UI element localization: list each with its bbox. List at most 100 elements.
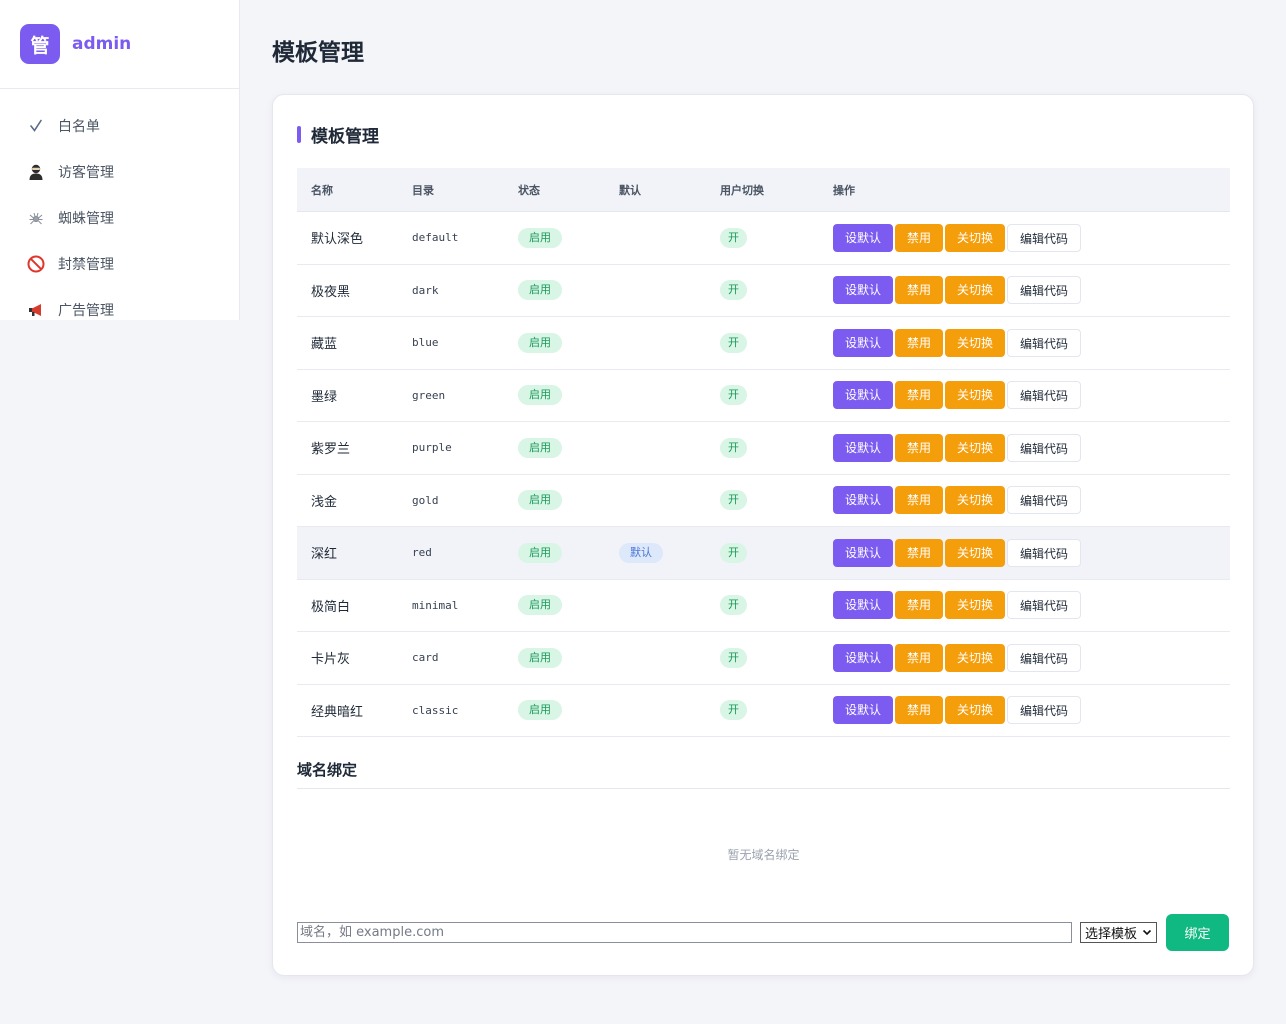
edit-code-button[interactable]: 编辑代码 [1007,223,1082,252]
disable-button[interactable]: 禁用 [895,433,944,462]
edit-code-button[interactable]: 编辑代码 [1007,486,1082,515]
default-badge: 默认 [619,542,663,563]
template-dir: gold [412,493,439,507]
status-badge: 启用 [518,385,562,406]
card-title-text: 模板管理 [311,126,379,147]
template-name: 藏蓝 [311,337,338,353]
template-select-value: 选择模板 [1085,927,1138,942]
sidebar-item-label: 白名单 [58,119,100,135]
set-default-button[interactable]: 设默认 [833,538,894,567]
brand: 管 admin [0,0,239,89]
domain-input[interactable] [297,922,1072,943]
edit-code-button[interactable]: 编辑代码 [1007,696,1082,725]
edit-code-button[interactable]: 编辑代码 [1007,276,1082,305]
set-default-button[interactable]: 设默认 [833,591,894,620]
sidebar-item-ads[interactable]: 广告管理 [0,287,239,333]
switch-badge: 开 [720,595,747,616]
spider-icon [26,208,46,228]
switch-badge: 开 [720,332,747,353]
table-row: 默认深色 default 启用 开 设默认 禁用 关切换 编辑代码 [297,212,1230,265]
disable-button[interactable]: 禁用 [895,328,944,357]
sidebar-item-label: 蜘蛛管理 [58,211,114,227]
status-badge: 启用 [518,595,562,616]
empty-state-text: 暂无域名绑定 [727,848,800,862]
edit-code-button[interactable]: 编辑代码 [1007,381,1082,410]
set-default-button[interactable]: 设默认 [833,433,894,462]
disable-button[interactable]: 禁用 [895,643,944,672]
set-default-button[interactable]: 设默认 [833,223,894,252]
sidebar-item-whitelist[interactable]: 白名单 [0,103,239,149]
status-badge: 启用 [518,490,562,511]
set-default-button[interactable]: 设默认 [833,328,894,357]
switch-off-button[interactable]: 关切换 [945,223,1006,252]
status-badge: 启用 [518,437,562,458]
switch-off-button[interactable]: 关切换 [945,381,1006,410]
set-default-button[interactable]: 设默认 [833,643,894,672]
column-header-default: 默认 [619,183,641,197]
template-dir: blue [412,336,439,350]
switch-off-button[interactable]: 关切换 [945,433,1006,462]
sidebar-item-bans[interactable]: 封禁管理 [0,241,239,287]
template-name: 默认深色 [311,232,364,248]
sidebar-nav: 白名单 访客管理 蜘蛛管理 封禁管理 广告管理 [0,89,239,333]
switch-off-button[interactable]: 关切换 [945,276,1006,305]
switch-off-button[interactable]: 关切换 [945,538,1006,567]
set-default-button[interactable]: 设默认 [833,276,894,305]
sidebar-item-visitors[interactable]: 访客管理 [0,149,239,195]
table-row: 墨绿 green 启用 开 设默认 禁用 关切换 编辑代码 [297,370,1230,422]
switch-off-button[interactable]: 关切换 [945,643,1006,672]
template-select[interactable]: 选择模板 [1080,922,1157,943]
template-dir: minimal [412,598,459,612]
sidebar: 管 admin 白名单 访客管理 蜘蛛管理 封禁管理 广告管理 [0,0,240,320]
table-row: 经典暗红 classic 启用 开 设默认 禁用 关切换 编辑代码 [297,685,1230,737]
column-header-dir: 目录 [412,183,434,197]
status-badge: 启用 [518,227,562,248]
set-default-button[interactable]: 设默认 [833,486,894,515]
switch-off-button[interactable]: 关切换 [945,591,1006,620]
status-badge: 启用 [518,332,562,353]
disable-button[interactable]: 禁用 [895,591,944,620]
disable-button[interactable]: 禁用 [895,223,944,252]
switch-badge: 开 [720,280,747,301]
switch-off-button[interactable]: 关切换 [945,328,1006,357]
title-accent-bar [297,125,301,143]
edit-code-button[interactable]: 编辑代码 [1007,433,1082,462]
template-dir: dark [412,283,439,297]
sidebar-item-spiders[interactable]: 蜘蛛管理 [0,195,239,241]
switch-off-button[interactable]: 关切换 [945,696,1006,725]
template-name: 经典暗红 [311,704,364,720]
table-row: 深红 red 启用 默认 开 设默认 禁用 关切换 编辑代码 [297,527,1230,580]
template-name: 深红 [311,547,338,563]
column-header-status: 状态 [518,183,540,197]
disable-button[interactable]: 禁用 [895,538,944,567]
template-name: 极夜黑 [311,284,351,300]
set-default-button[interactable]: 设默认 [833,381,894,410]
sidebar-item-label: 访客管理 [58,165,114,181]
switch-off-button[interactable]: 关切换 [945,486,1006,515]
card-title: 模板管理 [297,123,379,147]
table-row: 紫罗兰 purple 启用 开 设默认 禁用 关切换 编辑代码 [297,422,1230,475]
template-name: 紫罗兰 [311,442,351,458]
status-badge: 启用 [518,542,562,563]
megaphone-icon [26,300,46,320]
template-dir: green [412,388,446,402]
template-name: 墨绿 [311,389,338,405]
disable-button[interactable]: 禁用 [895,486,944,515]
table-row: 藏蓝 blue 启用 开 设默认 禁用 关切换 编辑代码 [297,317,1230,370]
table-row: 卡片灰 card 启用 开 设默认 禁用 关切换 编辑代码 [297,632,1230,685]
edit-code-button[interactable]: 编辑代码 [1007,591,1082,620]
disable-button[interactable]: 禁用 [895,696,944,725]
sidebar-item-label: 封禁管理 [58,257,114,273]
brand-logo: 管 [20,24,60,64]
visitor-icon [26,162,46,182]
disable-button[interactable]: 禁用 [895,381,944,410]
edit-code-button[interactable]: 编辑代码 [1007,538,1082,567]
edit-code-button[interactable]: 编辑代码 [1007,643,1082,672]
disable-button[interactable]: 禁用 [895,276,944,305]
set-default-button[interactable]: 设默认 [833,696,894,725]
table-row: 浅金 gold 启用 开 设默认 禁用 关切换 编辑代码 [297,475,1230,527]
bind-button[interactable]: 绑定 [1166,914,1229,951]
template-dir: default [412,231,459,245]
edit-code-button[interactable]: 编辑代码 [1007,328,1082,357]
check-icon [26,116,46,136]
